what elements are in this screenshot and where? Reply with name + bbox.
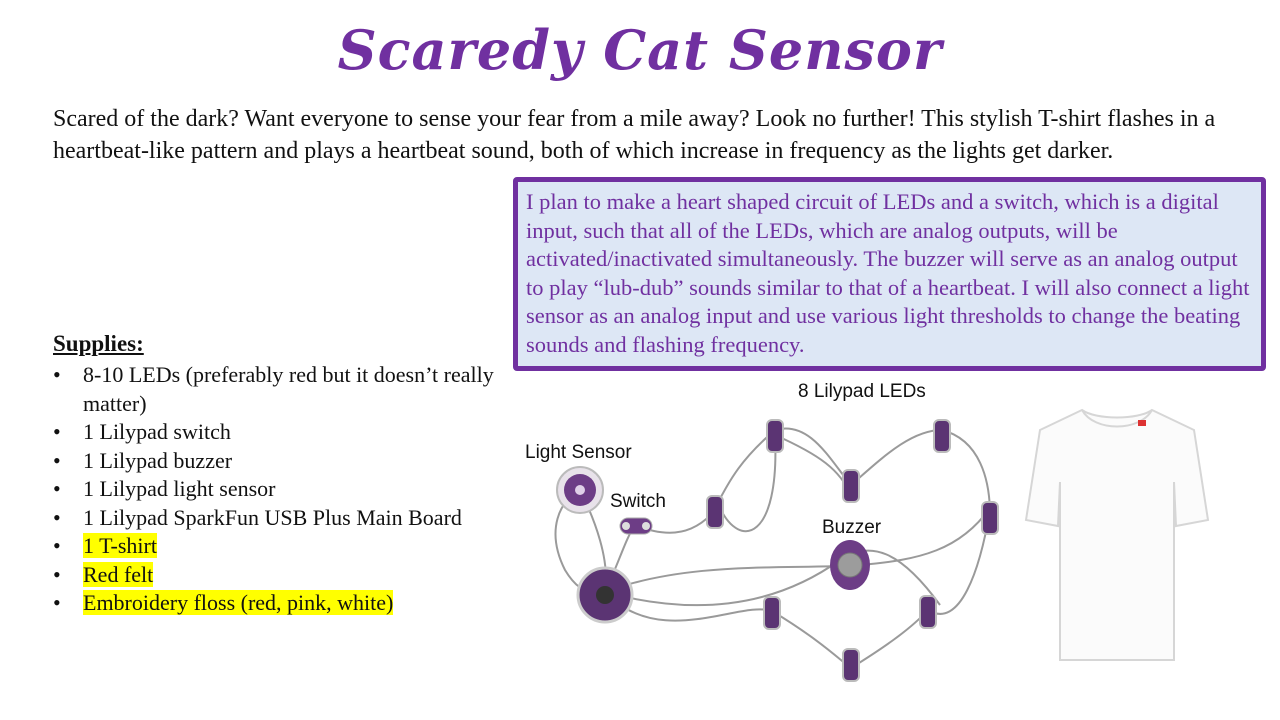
supply-item: Embroidery floss (red, pink, white) xyxy=(53,589,503,618)
supply-item-highlighted: 1 T-shirt xyxy=(83,533,157,558)
plan-box: I plan to make a heart shaped circuit of… xyxy=(513,177,1266,371)
switch-board xyxy=(619,517,653,535)
led-8 xyxy=(842,648,860,682)
led-4 xyxy=(981,501,999,535)
supply-item-highlighted: Embroidery floss (red, pink, white) xyxy=(83,590,394,615)
led-1 xyxy=(766,419,784,453)
tshirt-image xyxy=(1024,408,1210,661)
light-sensor xyxy=(556,466,604,514)
main-board xyxy=(576,566,634,624)
supplies-heading: Supplies: xyxy=(53,331,144,356)
supply-item: 1 Lilypad SparkFun USB Plus Main Board xyxy=(53,504,503,533)
led-5 xyxy=(706,495,724,529)
supplies-list: 8-10 LEDs (preferably red but it doesn’t… xyxy=(53,361,503,618)
supply-item-highlighted: Red felt xyxy=(83,561,154,587)
supply-item: 1 T-shirt xyxy=(53,532,503,561)
circuit-diagram xyxy=(554,419,999,682)
led-2 xyxy=(842,469,860,503)
intro-paragraph: Scared of the dark? Want everyone to sen… xyxy=(53,106,1216,164)
supply-item: 1 Lilypad switch xyxy=(53,418,503,447)
led-7 xyxy=(763,596,781,630)
slide-title: Scaredy Cat Sensor xyxy=(337,18,943,82)
supply-item: 1 Lilypad light sensor xyxy=(53,475,503,504)
buzzer xyxy=(830,540,870,590)
supply-item: 1 Lilypad buzzer xyxy=(53,447,503,476)
led-3 xyxy=(933,419,951,453)
conductive-thread xyxy=(554,427,991,670)
supply-item: 8-10 LEDs (preferably red but it doesn’t… xyxy=(53,361,503,418)
supply-item: Red felt xyxy=(53,561,503,590)
led-6 xyxy=(919,595,937,629)
